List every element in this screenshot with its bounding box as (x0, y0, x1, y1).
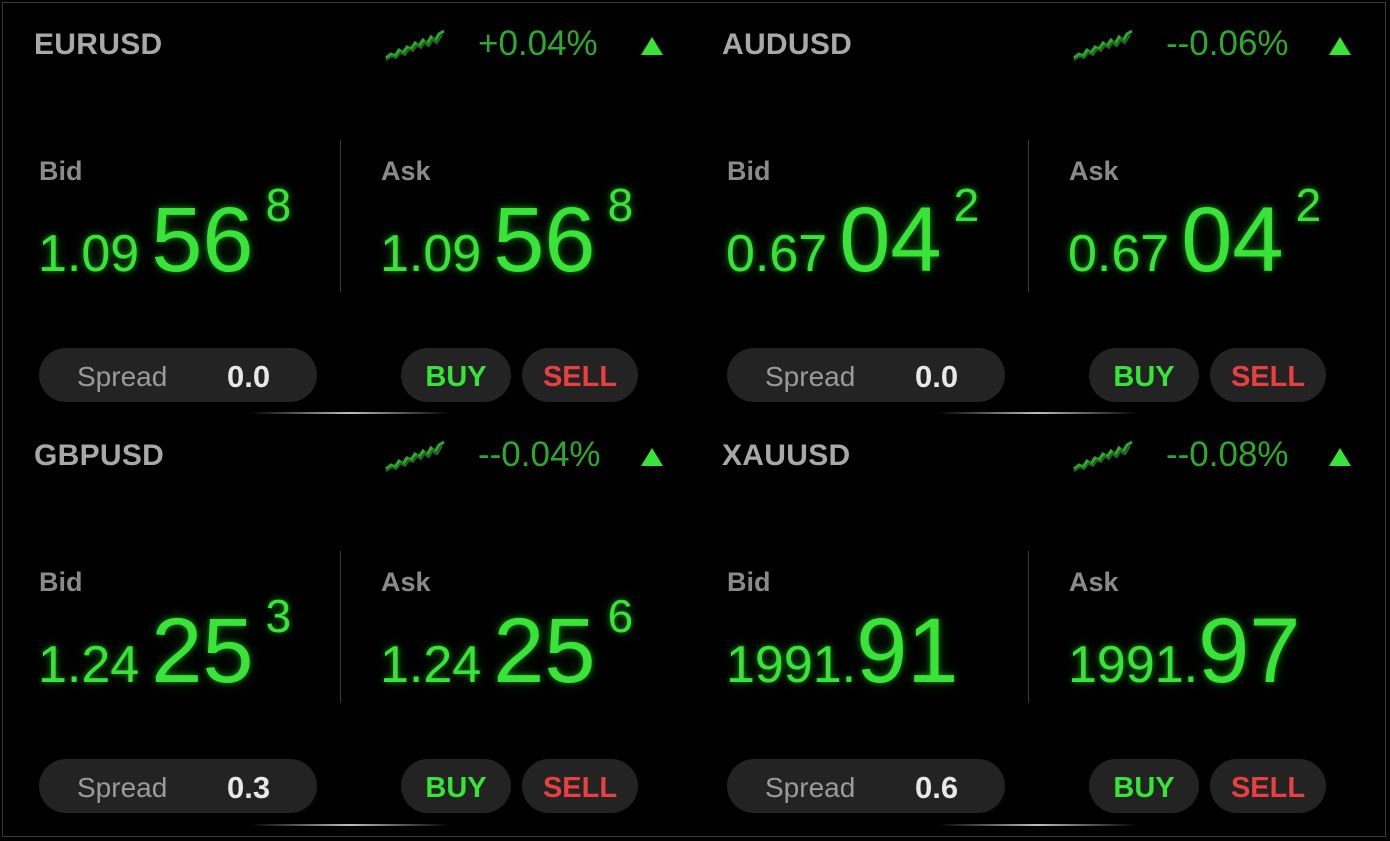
buy-button[interactable]: BUY (401, 348, 511, 402)
bid-price-big: 91 (856, 600, 959, 702)
triangle-up-icon (641, 448, 663, 466)
ask-price-prefix: 1.09 (380, 225, 482, 283)
spread-label: Spread (77, 772, 168, 803)
ask-price[interactable]: 1991.97 (1068, 599, 1312, 704)
sparkline-icon (385, 440, 445, 472)
symbol-name: EURUSD (34, 28, 163, 61)
bid-price[interactable]: 1.24 25 3 (38, 590, 291, 704)
quote-panel-eurusd: EURUSD +0.04% Bid Ask 1.09 56 8 1.09 56 8 Sp… (0, 0, 688, 414)
bid-label: Bid (39, 156, 83, 186)
divider (1028, 140, 1029, 292)
spread-pill: Spread 0.0 (39, 348, 317, 402)
ask-price-pip: 2 (1295, 179, 1322, 231)
change-percent: --0.08% (1166, 435, 1289, 474)
ask-price-big: 04 (1181, 189, 1284, 291)
buy-button[interactable]: BUY (1089, 348, 1199, 402)
ask-price-pip: 8 (607, 179, 634, 231)
bid-price-big: 56 (151, 189, 254, 291)
sparkline-icon (1073, 29, 1133, 61)
ask-price-big: 25 (493, 600, 596, 702)
sell-button[interactable]: SELL (1210, 759, 1326, 813)
quote-panel-xauusd: XAUUSD --0.08% Bid Ask 1991.91 1991.97 S… (688, 411, 1376, 826)
sparkline-icon (1073, 440, 1133, 472)
ask-price[interactable]: 0.67 04 2 (1068, 179, 1321, 293)
spread-label: Spread (765, 361, 856, 392)
spread-pill: Spread 0.6 (727, 759, 1005, 813)
spread-value: 0.0 (227, 359, 271, 394)
sparkline-icon (385, 29, 445, 61)
buy-button[interactable]: BUY (401, 759, 511, 813)
ask-price[interactable]: 1.24 25 6 (380, 590, 633, 704)
bid-price[interactable]: 1.09 56 8 (38, 179, 291, 293)
bid-price[interactable]: 0.67 04 2 (726, 179, 979, 293)
divider (340, 140, 341, 292)
ask-label: Ask (381, 156, 431, 186)
ask-label: Ask (381, 567, 431, 597)
ask-label: Ask (1069, 567, 1119, 597)
bid-price-prefix: 1.24 (38, 636, 140, 694)
change-percent: --0.06% (1166, 24, 1289, 63)
divider (340, 551, 341, 703)
bid-price-prefix: 1.09 (38, 225, 140, 283)
ask-price-big: 97 (1198, 600, 1301, 702)
bid-price-prefix: 0.67 (726, 225, 828, 283)
divider (1028, 551, 1029, 703)
spread-label: Spread (77, 361, 168, 392)
bid-price[interactable]: 1991.91 (726, 599, 970, 704)
ask-price-prefix: 1991. (1068, 636, 1199, 694)
bid-price-pip: 2 (953, 179, 980, 231)
quote-panel-audusd: AUDUSD --0.06% Bid Ask 0.67 04 2 0.67 04 2 S… (688, 0, 1376, 414)
panel-separator (250, 824, 450, 826)
symbol-name: GBPUSD (34, 439, 165, 472)
symbol-name: XAUUSD (722, 439, 851, 472)
sell-button[interactable]: SELL (522, 348, 638, 402)
triangle-up-icon (1329, 448, 1351, 466)
sell-button[interactable]: SELL (1210, 348, 1326, 402)
quote-panel-gbpusd: GBPUSD --0.04% Bid Ask 1.24 25 3 1.24 25 6 S… (0, 411, 688, 826)
panel-separator (938, 824, 1138, 826)
bid-price-pip: 8 (265, 179, 292, 231)
spread-pill: Spread 0.0 (727, 348, 1005, 402)
change-percent: +0.04% (478, 24, 598, 63)
ask-price-pip: 6 (607, 590, 634, 642)
bid-label: Bid (39, 567, 83, 597)
buy-button[interactable]: BUY (1089, 759, 1199, 813)
bid-label: Bid (727, 567, 771, 597)
change-percent: --0.04% (478, 435, 601, 474)
ask-price[interactable]: 1.09 56 8 (380, 179, 633, 293)
symbol-name: AUDUSD (722, 28, 853, 61)
ask-price-prefix: 0.67 (1068, 225, 1170, 283)
bid-label: Bid (727, 156, 771, 186)
triangle-up-icon (1329, 37, 1351, 55)
ask-price-prefix: 1.24 (380, 636, 482, 694)
triangle-up-icon (641, 37, 663, 55)
bid-price-prefix: 1991. (726, 636, 857, 694)
bid-price-big: 25 (151, 600, 254, 702)
ask-label: Ask (1069, 156, 1119, 186)
bid-price-big: 04 (839, 189, 942, 291)
spread-pill: Spread 0.3 (39, 759, 317, 813)
bid-price-pip: 3 (265, 590, 292, 642)
spread-value: 0.6 (915, 770, 959, 805)
sell-button[interactable]: SELL (522, 759, 638, 813)
spread-value: 0.3 (227, 770, 271, 805)
spread-value: 0.0 (915, 359, 959, 394)
spread-label: Spread (765, 772, 856, 803)
ask-price-big: 56 (493, 189, 596, 291)
